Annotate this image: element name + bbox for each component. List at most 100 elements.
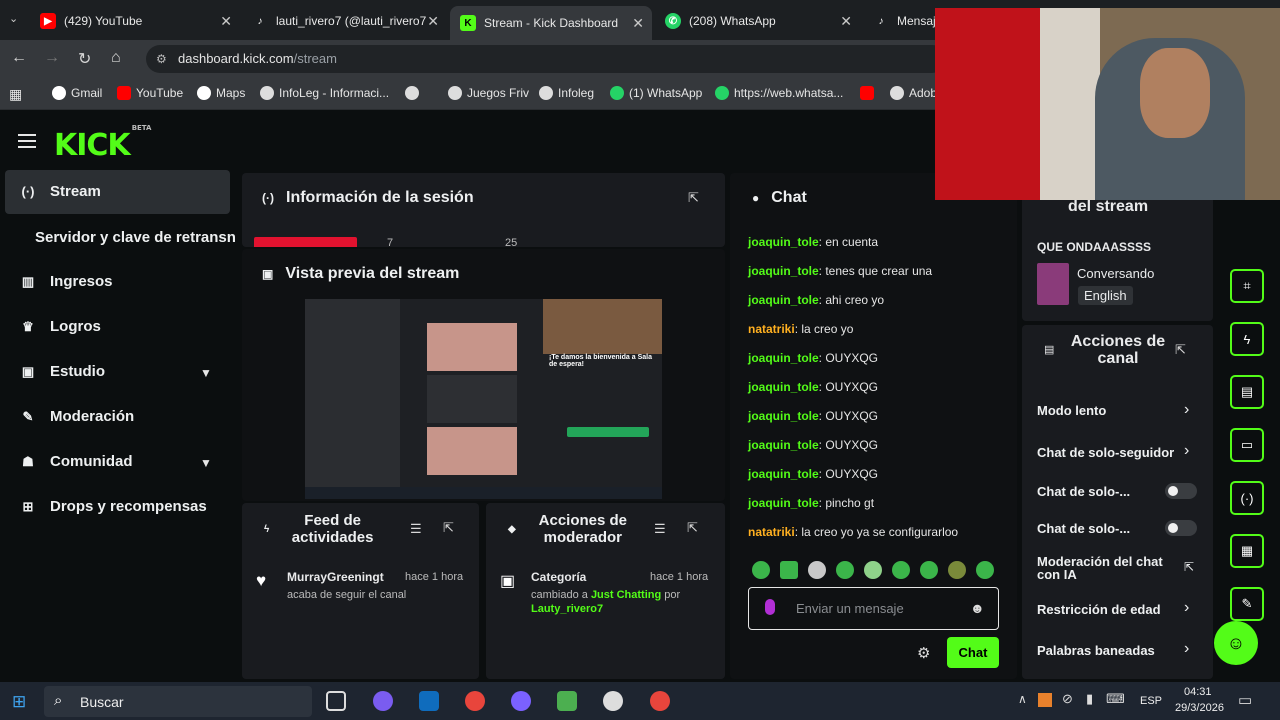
emote-icon[interactable] <box>808 561 826 579</box>
chat-username[interactable]: joaquin_tole <box>748 438 819 452</box>
sidebar-item-server-key[interactable]: Servidor y clave de retransn <box>35 229 240 246</box>
taskbar-lang[interactable]: ESP <box>1140 695 1162 707</box>
app-icon[interactable] <box>511 691 531 711</box>
home-icon[interactable]: ⌂ <box>111 49 121 67</box>
emote-icon[interactable] <box>948 561 966 579</box>
broadcast-icon[interactable]: (·) <box>1230 481 1264 515</box>
taskbar-time[interactable]: 04:31 <box>1184 686 1212 698</box>
chevron-right-icon[interactable]: › <box>1184 599 1189 617</box>
emote-icon[interactable] <box>836 561 854 579</box>
site-settings-icon[interactable]: ⚙ <box>156 45 167 73</box>
toggle-chat-only-1[interactable] <box>1165 483 1197 499</box>
external-link-icon[interactable]: ⇱ <box>1184 560 1194 574</box>
bookmark-youtube-2[interactable] <box>860 86 874 100</box>
chat-input[interactable]: Enviar un mensaje ☻ <box>748 587 999 630</box>
chevron-down-icon[interactable]: ▼ <box>200 366 212 380</box>
chevron-right-icon[interactable]: › <box>1184 640 1189 658</box>
sidebar-item-moderacion[interactable]: ✎ Moderación <box>20 408 135 425</box>
emote-icon[interactable] <box>920 561 938 579</box>
bookmark-youtube[interactable]: YouTube <box>117 86 183 100</box>
user-link[interactable]: Lauty_rivero7 <box>531 603 603 615</box>
kick-logo[interactable]: KICK BETA <box>54 124 151 163</box>
emote-icon[interactable] <box>780 561 798 579</box>
scan-icon[interactable]: ⌗ <box>1230 269 1264 303</box>
close-icon[interactable]: ✕ <box>840 13 852 30</box>
bookmark-maps[interactable]: Maps <box>197 86 245 100</box>
chevron-right-icon[interactable]: › <box>1184 401 1189 419</box>
emote-icon[interactable] <box>976 561 994 579</box>
chat-send-button[interactable]: Chat <box>947 637 999 668</box>
back-icon[interactable]: ← <box>11 49 27 67</box>
forward-icon[interactable]: → <box>44 49 60 67</box>
document-icon[interactable]: ▤ <box>1230 375 1264 409</box>
outlook-icon[interactable] <box>419 691 439 711</box>
tab-tiktok[interactable]: ♪ lauti_rivero7 (@lauti_rivero7 ✕ <box>242 6 447 36</box>
emote-icon[interactable] <box>864 561 882 579</box>
tab-mensaje[interactable]: ♪ Mensaje <box>863 6 943 36</box>
toggle-chat-only-2[interactable] <box>1165 520 1197 536</box>
bookmark-juegos-friv[interactable]: Juegos Friv <box>448 86 529 100</box>
bookmark-globe[interactable] <box>405 86 419 100</box>
action-age-restriction[interactable]: Restricción de edad <box>1037 602 1161 617</box>
obs-icon[interactable] <box>603 691 623 711</box>
close-icon[interactable]: ✕ <box>427 13 439 30</box>
tray-icon[interactable] <box>1038 693 1052 707</box>
tab-whatsapp[interactable]: ✆ (208) WhatsApp ✕ <box>655 6 860 36</box>
emote-icon[interactable] <box>892 561 910 579</box>
bookmark-gmail[interactable]: Gmail <box>52 86 102 100</box>
sidebar-item-drops[interactable]: ⊞ Drops y recompensas <box>20 498 207 515</box>
tab-kick-dashboard[interactable]: K Stream - Kick Dashboard ✕ <box>450 6 652 40</box>
bookmark-adobe[interactable]: Adob <box>890 86 937 100</box>
task-view-icon[interactable] <box>326 691 346 711</box>
sidebar-item-logros[interactable]: ♛ Logros <box>20 318 101 335</box>
mic-icon[interactable] <box>765 599 775 615</box>
action-ai-moderation[interactable]: Moderación del chat con IA <box>1037 555 1177 581</box>
chat-username[interactable]: joaquin_tole <box>748 409 819 423</box>
emote-icon[interactable] <box>752 561 770 579</box>
layout-icon[interactable]: ▦ <box>1230 534 1264 568</box>
menu-icon[interactable] <box>18 134 36 148</box>
filter-icon[interactable]: ☰ <box>654 521 666 537</box>
stream-preview-video[interactable]: ¡Te damos la bienvenida a Sala de espera… <box>305 299 662 499</box>
keyboard-icon[interactable]: ⌨ <box>1106 691 1125 707</box>
chat-username[interactable]: joaquin_tole <box>748 351 819 365</box>
action-banned-words[interactable]: Palabras baneadas <box>1037 643 1155 658</box>
action-followers-only[interactable]: Chat de solo-seguidor <box>1037 445 1175 460</box>
chrome-icon[interactable] <box>465 691 485 711</box>
settings-gear-icon[interactable]: ⚙ <box>917 644 930 662</box>
chat-username[interactable]: joaquin_tole <box>748 380 819 394</box>
chevron-down-icon[interactable]: ▼ <box>200 456 212 470</box>
sidebar-item-ingresos[interactable]: ▥ Ingresos <box>20 273 113 290</box>
chat-username[interactable]: joaquin_tole <box>748 293 819 307</box>
chevron-right-icon[interactable]: › <box>1184 442 1189 460</box>
chat-username[interactable]: joaquin_tole <box>748 264 819 278</box>
taskbar-search[interactable]: ⌕ Buscar <box>44 686 312 717</box>
chat-username[interactable]: natatriki <box>748 322 795 336</box>
bookmark-web-whatsapp[interactable]: https://web.whatsa... <box>715 86 843 100</box>
chat-username[interactable]: natatriki <box>748 525 795 539</box>
sidebar-item-comunidad[interactable]: ☗ Comunidad <box>20 453 132 470</box>
sidebar-item-stream[interactable]: (·) Stream <box>20 183 101 200</box>
filter-icon[interactable]: ☰ <box>410 521 422 537</box>
windows-start-icon[interactable]: ⊞ <box>12 692 26 712</box>
lightning-icon[interactable]: ϟ <box>1230 322 1264 356</box>
wrench-icon[interactable]: ✎ <box>1230 587 1264 621</box>
tray-chevron-icon[interactable]: ∧ <box>1018 692 1027 706</box>
mic-icon[interactable]: ▮ <box>1086 691 1093 707</box>
category-link[interactable]: Just Chatting <box>591 589 661 601</box>
network-icon[interactable]: ⊘ <box>1062 691 1073 707</box>
popout-icon[interactable]: ⇱ <box>443 520 454 536</box>
copilot-icon[interactable] <box>373 691 393 711</box>
chat-username[interactable]: joaquin_tole <box>748 496 819 510</box>
chat-username[interactable]: joaquin_tole <box>748 235 819 249</box>
chat-bubble-icon[interactable]: ▭ <box>1230 428 1264 462</box>
sidebar-item-estudio[interactable]: ▣ Estudio <box>20 363 105 380</box>
app-icon[interactable] <box>557 691 577 711</box>
tab-list-chevron-icon[interactable]: ⌄ <box>9 12 18 25</box>
bookmark-infoleg[interactable]: InfoLeg - Informaci... <box>260 86 389 100</box>
reload-icon[interactable]: ↻ <box>78 49 91 69</box>
bookmark-infoleg-2[interactable]: Infoleg <box>539 86 594 100</box>
chrome-icon[interactable] <box>650 691 670 711</box>
tab-youtube[interactable]: ▶ (429) YouTube ✕ <box>30 6 240 36</box>
close-icon[interactable]: ✕ <box>220 13 232 30</box>
